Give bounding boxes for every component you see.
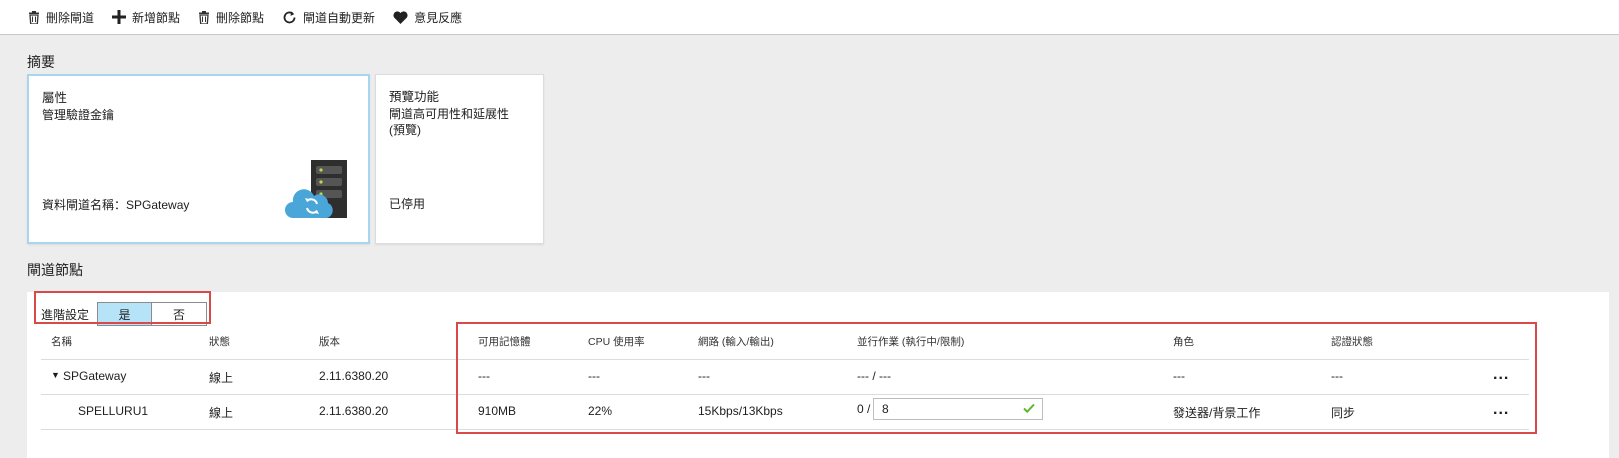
preview-tile-title: 預覽功能: [389, 90, 440, 104]
collapse-caret-icon[interactable]: ▼: [51, 370, 60, 380]
node-network: ---: [698, 369, 710, 383]
trash-icon: [29, 10, 39, 24]
preview-tile-subtitle: 閘道高可用性和延展性: [389, 107, 510, 121]
jobs-limit-value: 8: [882, 402, 889, 416]
properties-tile-subtitle: 管理驗證金鑰: [42, 108, 115, 122]
feedback-label: 意見反應: [414, 10, 463, 25]
more-options-button[interactable]: ...: [1493, 366, 1509, 384]
node-name: SPGateway: [63, 369, 127, 383]
plus-icon: [112, 10, 127, 24]
node-jobs-running: 0 /: [857, 402, 871, 416]
gateway-nodes-panel: 進階設定 是 否 名稱 狀態 版本 可用記憶體 CPU 使用率 網路 (輸入/輸…: [27, 291, 1609, 458]
node-cpu: 22%: [588, 404, 613, 418]
preview-status-text: 已停用: [389, 197, 426, 211]
summary-heading: 摘要: [27, 54, 55, 70]
cloud-server-icon: [285, 160, 347, 218]
refresh-icon: [283, 11, 296, 23]
column-header-network[interactable]: 網路 (輸入/輸出): [698, 334, 774, 349]
header-divider: [41, 359, 1529, 360]
advanced-settings-label: 進階設定: [41, 307, 90, 322]
add-node-label: 新增節點: [132, 10, 181, 25]
advanced-settings-toggle[interactable]: 是 否: [97, 302, 208, 326]
row-divider: [41, 394, 1529, 395]
toggle-yes-option[interactable]: 是: [98, 303, 153, 325]
node-memory: ---: [478, 369, 490, 383]
gateway-nodes-heading: 閘道節點: [27, 262, 83, 278]
advanced-settings-row: 進階設定 是 否: [41, 302, 208, 326]
preview-tile-subtitle-2: (預覽): [389, 123, 421, 137]
check-icon: [1023, 403, 1035, 414]
gateway-auto-update-button[interactable]: 閘道自動更新: [282, 0, 375, 34]
feedback-button[interactable]: 意見反應: [393, 0, 462, 34]
node-version: 2.11.6380.20: [319, 369, 389, 383]
gateway-auto-update-label: 閘道自動更新: [303, 10, 376, 25]
trash-icon: [199, 10, 210, 24]
node-status: 線上: [209, 371, 234, 385]
delete-node-label: 刪除節點: [216, 10, 265, 25]
column-header-status[interactable]: 狀態: [209, 334, 230, 349]
node-memory: 910MB: [478, 404, 517, 418]
column-header-name[interactable]: 名稱: [51, 334, 72, 349]
heart-icon: [393, 10, 408, 24]
jobs-limit-input[interactable]: 8: [873, 398, 1043, 420]
properties-tile[interactable]: 屬性 管理驗證金鑰 資料閘道名稱：SPGateway: [27, 74, 370, 244]
node-version: 2.11.6380.20: [319, 404, 389, 418]
command-bar: 刪除閘道 新增節點 刪除節點 閘道自動更新 意見反應: [0, 0, 1619, 35]
row-divider: [41, 429, 1529, 430]
node-auth: ---: [1331, 369, 1343, 383]
more-options-button[interactable]: ...: [1493, 401, 1509, 419]
node-jobs: --- / ---: [857, 369, 891, 383]
column-header-version[interactable]: 版本: [319, 334, 340, 349]
gateway-name-text: 資料閘道名稱：SPGateway: [42, 198, 190, 212]
node-cpu: ---: [588, 369, 600, 383]
column-header-cpu[interactable]: CPU 使用率: [588, 334, 645, 349]
preview-features-tile[interactable]: 預覽功能 閘道高可用性和延展性 (預覽) 已停用: [375, 74, 544, 244]
add-node-button[interactable]: 新增節點: [112, 0, 180, 34]
node-role: 發送器/背景工作: [1173, 406, 1261, 420]
column-header-memory[interactable]: 可用記憶體: [478, 334, 531, 349]
delete-gateway-label: 刪除閘道: [46, 10, 95, 25]
node-name: SPELLURU1: [78, 404, 149, 418]
node-auth: 同步: [1331, 406, 1356, 420]
column-header-auth[interactable]: 認證狀態: [1331, 334, 1373, 349]
toggle-no-option[interactable]: 否: [152, 303, 206, 325]
delete-gateway-button[interactable]: 刪除閘道: [28, 0, 94, 34]
node-role: ---: [1173, 369, 1185, 383]
column-header-role[interactable]: 角色: [1173, 334, 1194, 349]
node-status: 線上: [209, 406, 234, 420]
column-header-jobs[interactable]: 並行作業 (執行中/限制): [857, 334, 964, 349]
properties-tile-title: 屬性: [42, 91, 68, 105]
node-network: 15Kbps/13Kbps: [698, 404, 783, 418]
delete-node-button[interactable]: 刪除節點: [198, 0, 264, 34]
